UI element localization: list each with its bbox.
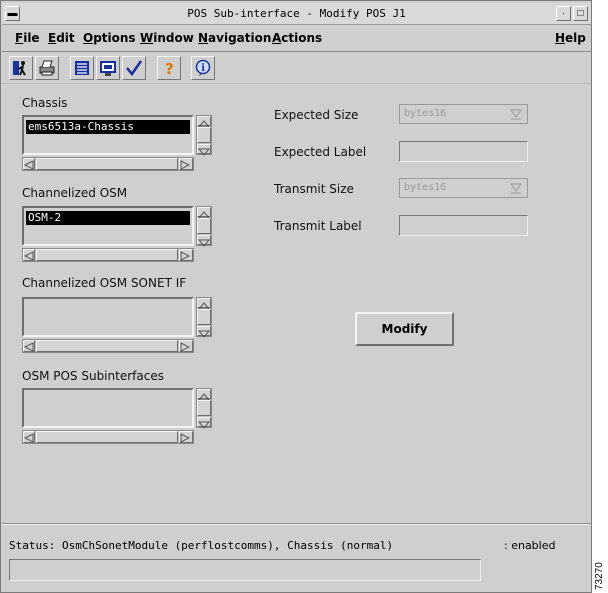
screen-icon [100, 61, 116, 76]
menu-file[interactable]: File [15, 31, 40, 45]
scroll-down-icon[interactable] [197, 417, 211, 429]
chassis-list-area[interactable]: ems6513a-Chassis [22, 115, 194, 155]
chassis-horizontal-scrollbar[interactable] [22, 157, 194, 171]
scroll-left-icon[interactable] [23, 431, 35, 443]
scroll-up-icon[interactable] [197, 298, 211, 310]
osm-vertical-scrollbar[interactable] [196, 206, 212, 247]
scroll-thumb[interactable] [36, 158, 178, 170]
validate-button[interactable] [122, 56, 146, 80]
scroll-up-icon[interactable] [197, 207, 211, 219]
osm-horizontal-scrollbar[interactable] [22, 248, 194, 262]
expected-label-label: Expected Label [274, 145, 367, 159]
transmit-label-field[interactable] [399, 215, 528, 236]
exit-button[interactable] [9, 56, 33, 80]
info-icon: i [195, 59, 211, 76]
transmit-label-label: Transmit Label [274, 219, 362, 233]
print-icon [39, 60, 55, 76]
window-title: POS Sub-interface - Modify POS J1 [187, 7, 406, 20]
help-icon: ? [165, 60, 174, 77]
status-field [9, 559, 481, 581]
svg-text:?: ? [165, 60, 174, 77]
chevron-down-icon [510, 109, 522, 120]
scroll-down-icon[interactable] [197, 144, 211, 156]
scroll-down-icon[interactable] [197, 326, 211, 338]
osm-selected-item[interactable]: OSM-2 [26, 211, 190, 225]
scroll-right-icon[interactable] [179, 158, 193, 170]
chassis-selected-item[interactable]: ems6513a-Chassis [26, 120, 190, 134]
screen-button[interactable] [96, 56, 120, 80]
status-text: Status: OsmChSonetModule (perflostcomms)… [9, 539, 394, 552]
menu-edit[interactable]: Edit [48, 31, 75, 45]
toolbar: ? i [2, 53, 591, 84]
scroll-thumb[interactable] [197, 309, 211, 325]
scroll-left-icon[interactable] [23, 249, 35, 261]
help-button[interactable]: ? [157, 56, 181, 80]
transmit-size-label: Transmit Size [274, 182, 354, 196]
print-button[interactable] [35, 56, 59, 80]
scroll-right-icon[interactable] [179, 431, 193, 443]
chassis-vertical-scrollbar[interactable] [196, 115, 212, 156]
subinterfaces-list-area[interactable] [22, 388, 194, 428]
sonet-label: Channelized OSM SONET IF [22, 276, 187, 290]
scroll-up-icon[interactable] [197, 389, 211, 401]
exit-icon [13, 61, 26, 76]
figure-id: 73270 [594, 562, 605, 590]
osm-list[interactable]: OSM-2 [22, 206, 212, 263]
subinterfaces-label: OSM POS Subinterfaces [22, 369, 164, 383]
expected-label-field[interactable] [399, 141, 528, 162]
expected-size-label: Expected Size [274, 108, 359, 122]
info-button[interactable]: i [191, 56, 215, 80]
subinterfaces-list[interactable] [22, 388, 212, 445]
menu-actions[interactable]: Actions [272, 31, 322, 45]
menu-navigation[interactable]: Navigation [198, 31, 271, 45]
window: ▬ POS Sub-interface - Modify POS J1 · □ … [0, 0, 592, 593]
sonet-vertical-scrollbar[interactable] [196, 297, 212, 338]
transmit-size-select[interactable]: bytes16 [399, 178, 528, 198]
menu-options[interactable]: Options [83, 31, 136, 45]
menu-bar: File Edit Options Window Navigation Acti… [2, 26, 591, 52]
list-view-button[interactable] [70, 56, 94, 80]
expected-size-select[interactable]: bytes16 [399, 104, 528, 124]
chassis-list[interactable]: ems6513a-Chassis [22, 115, 212, 172]
scroll-thumb[interactable] [197, 218, 211, 234]
scroll-thumb[interactable] [36, 249, 178, 261]
chassis-label: Chassis [22, 96, 68, 110]
title-bar[interactable]: ▬ POS Sub-interface - Modify POS J1 · □ [2, 3, 591, 25]
modify-button[interactable]: Modify [355, 312, 454, 346]
menu-window[interactable]: Window [140, 31, 194, 45]
sonet-list[interactable] [22, 297, 212, 354]
subinterfaces-horizontal-scrollbar[interactable] [22, 430, 194, 444]
status-separator [2, 523, 591, 525]
expected-size-value: bytes16 [404, 108, 447, 119]
transmit-size-value: bytes16 [404, 182, 447, 193]
scroll-down-icon[interactable] [197, 235, 211, 247]
subinterfaces-vertical-scrollbar[interactable] [196, 388, 212, 429]
scroll-right-icon[interactable] [179, 249, 193, 261]
list-icon [75, 61, 89, 75]
scroll-thumb[interactable] [197, 127, 211, 143]
sonet-horizontal-scrollbar[interactable] [22, 339, 194, 353]
menu-help[interactable]: Help [555, 31, 586, 45]
scroll-right-icon[interactable] [179, 340, 193, 352]
status-enabled: : enabled [504, 539, 556, 552]
minimize-button[interactable]: · [556, 6, 571, 21]
check-icon [126, 60, 143, 77]
scroll-left-icon[interactable] [23, 158, 35, 170]
osm-list-area[interactable]: OSM-2 [22, 206, 194, 246]
maximize-button[interactable]: □ [573, 6, 588, 21]
chevron-down-icon [510, 183, 522, 194]
scroll-thumb[interactable] [197, 400, 211, 416]
scroll-thumb[interactable] [36, 431, 178, 443]
scroll-left-icon[interactable] [23, 340, 35, 352]
scroll-thumb[interactable] [36, 340, 178, 352]
svg-text:i: i [201, 63, 205, 74]
sonet-list-area[interactable] [22, 297, 194, 337]
osm-label: Channelized OSM [22, 186, 128, 200]
scroll-up-icon[interactable] [197, 116, 211, 128]
